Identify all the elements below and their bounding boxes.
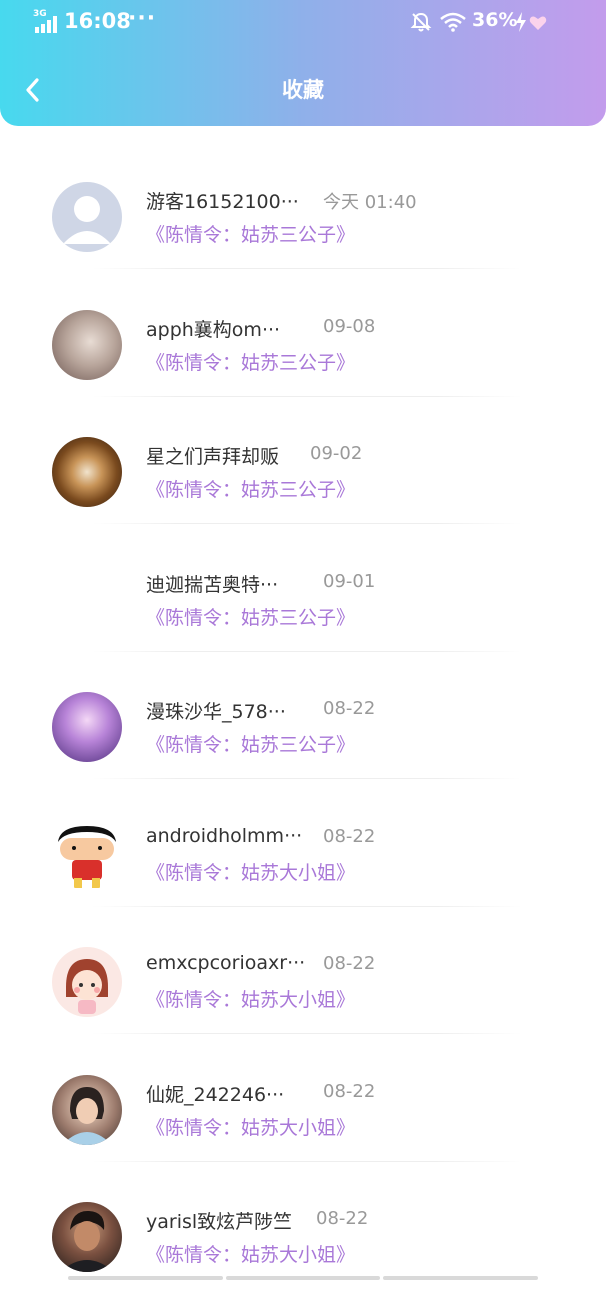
woman-avatar-icon: [62, 1086, 112, 1145]
list-item[interactable]: 星之们声拜却贩 09-02 《陈情令：姑苏三公子》: [0, 397, 606, 525]
username: apph襄构om···: [146, 318, 281, 341]
username: 游客16152100···: [146, 191, 299, 213]
date: 今天 01:40: [323, 192, 417, 213]
username: 星之们声拜却贩: [146, 446, 280, 468]
username: yarisl致炫芦陟竺: [146, 1211, 293, 1233]
work-title: 《陈情令：姑苏大小姐》: [146, 1116, 356, 1139]
strip-segment: [383, 1276, 539, 1280]
username: 仙妮_242246···: [146, 1083, 285, 1106]
signal-icon: [35, 16, 57, 33]
date: 08-22: [323, 953, 376, 974]
battery-level: 36%: [472, 9, 518, 31]
bottom-edge-strip: [68, 1276, 539, 1280]
man-avatar-icon: [60, 1210, 114, 1272]
avatar[interactable]: [52, 947, 122, 1017]
date: 08-22: [323, 825, 376, 847]
work-title: 《陈情令：姑苏三公子》: [146, 224, 356, 246]
list-item[interactable]: yarisl致炫芦陟竺 08-22 《陈情令：姑苏大小姐》: [0, 1162, 606, 1290]
username: androidholmm···: [146, 824, 303, 847]
list-item[interactable]: 仙妮_242246··· 08-22 《陈情令：姑苏大小姐》: [0, 1035, 606, 1163]
username: 漫珠沙华_578···: [146, 701, 286, 723]
avatar[interactable]: [52, 819, 122, 890]
strip-segment: [225, 1276, 381, 1280]
avatar[interactable]: [52, 437, 122, 507]
date: 09-02: [310, 443, 363, 464]
avatar[interactable]: [52, 309, 122, 380]
heart-icon: [529, 16, 547, 30]
work-title: 《陈情令：姑苏三公子》: [146, 479, 356, 501]
date: 09-08: [323, 315, 376, 337]
date: 09-01: [323, 570, 376, 592]
work-title: 《陈情令：姑苏大小姐》: [146, 861, 356, 884]
bell-off-icon: [410, 12, 432, 32]
work-title: 《陈情令：姑苏大小姐》: [146, 989, 356, 1011]
work-title: 《陈情令：姑苏三公子》: [146, 606, 356, 629]
date: 08-22: [316, 1208, 369, 1229]
default-avatar-icon: [63, 196, 111, 244]
list-item[interactable]: 漫珠沙华_578··· 08-22 《陈情令：姑苏三公子》: [0, 652, 606, 780]
girl-avatar-icon: [66, 959, 108, 1014]
username: emxcpcorioaxr···: [146, 952, 306, 974]
status-time: 16:08: [64, 9, 131, 33]
avatar[interactable]: [52, 1074, 122, 1145]
list-item[interactable]: 游客16152100··· 今天 01:40 《陈情令：姑苏三公子》: [0, 142, 606, 270]
bolt-icon: [516, 12, 526, 32]
avatar[interactable]: [52, 692, 122, 762]
wifi-icon: [440, 12, 466, 32]
date: 08-22: [323, 1080, 376, 1102]
date: 08-22: [323, 698, 376, 719]
header: 3G 16:08 ··· 36% 收藏: [0, 0, 606, 126]
work-title: 《陈情令：姑苏三公子》: [146, 734, 356, 756]
strip-segment: [68, 1276, 223, 1280]
list-item[interactable]: 迪迦揣苫奥特··· 09-01 《陈情令：姑苏三公子》: [0, 525, 606, 653]
work-title: 《陈情令：姑苏大小姐》: [146, 1244, 356, 1266]
cartoon-avatar-icon: [58, 825, 116, 888]
list-item[interactable]: apph襄构om··· 09-08 《陈情令：姑苏三公子》: [0, 270, 606, 398]
work-title: 《陈情令：姑苏三公子》: [146, 351, 356, 374]
avatar[interactable]: [52, 182, 122, 252]
list-item[interactable]: androidholmm··· 08-22 《陈情令：姑苏大小姐》: [0, 780, 606, 908]
favorites-list: 游客16152100··· 今天 01:40 《陈情令：姑苏三公子》 apph襄…: [0, 142, 606, 1290]
avatar[interactable]: [52, 1202, 122, 1272]
list-item[interactable]: emxcpcorioaxr··· 08-22 《陈情令：姑苏大小姐》: [0, 907, 606, 1035]
status-bar: 3G 16:08 ··· 36%: [0, 0, 606, 46]
page-title: 收藏: [282, 78, 324, 102]
username: 迪迦揣苫奥特···: [146, 573, 279, 596]
status-more: ···: [128, 6, 157, 31]
